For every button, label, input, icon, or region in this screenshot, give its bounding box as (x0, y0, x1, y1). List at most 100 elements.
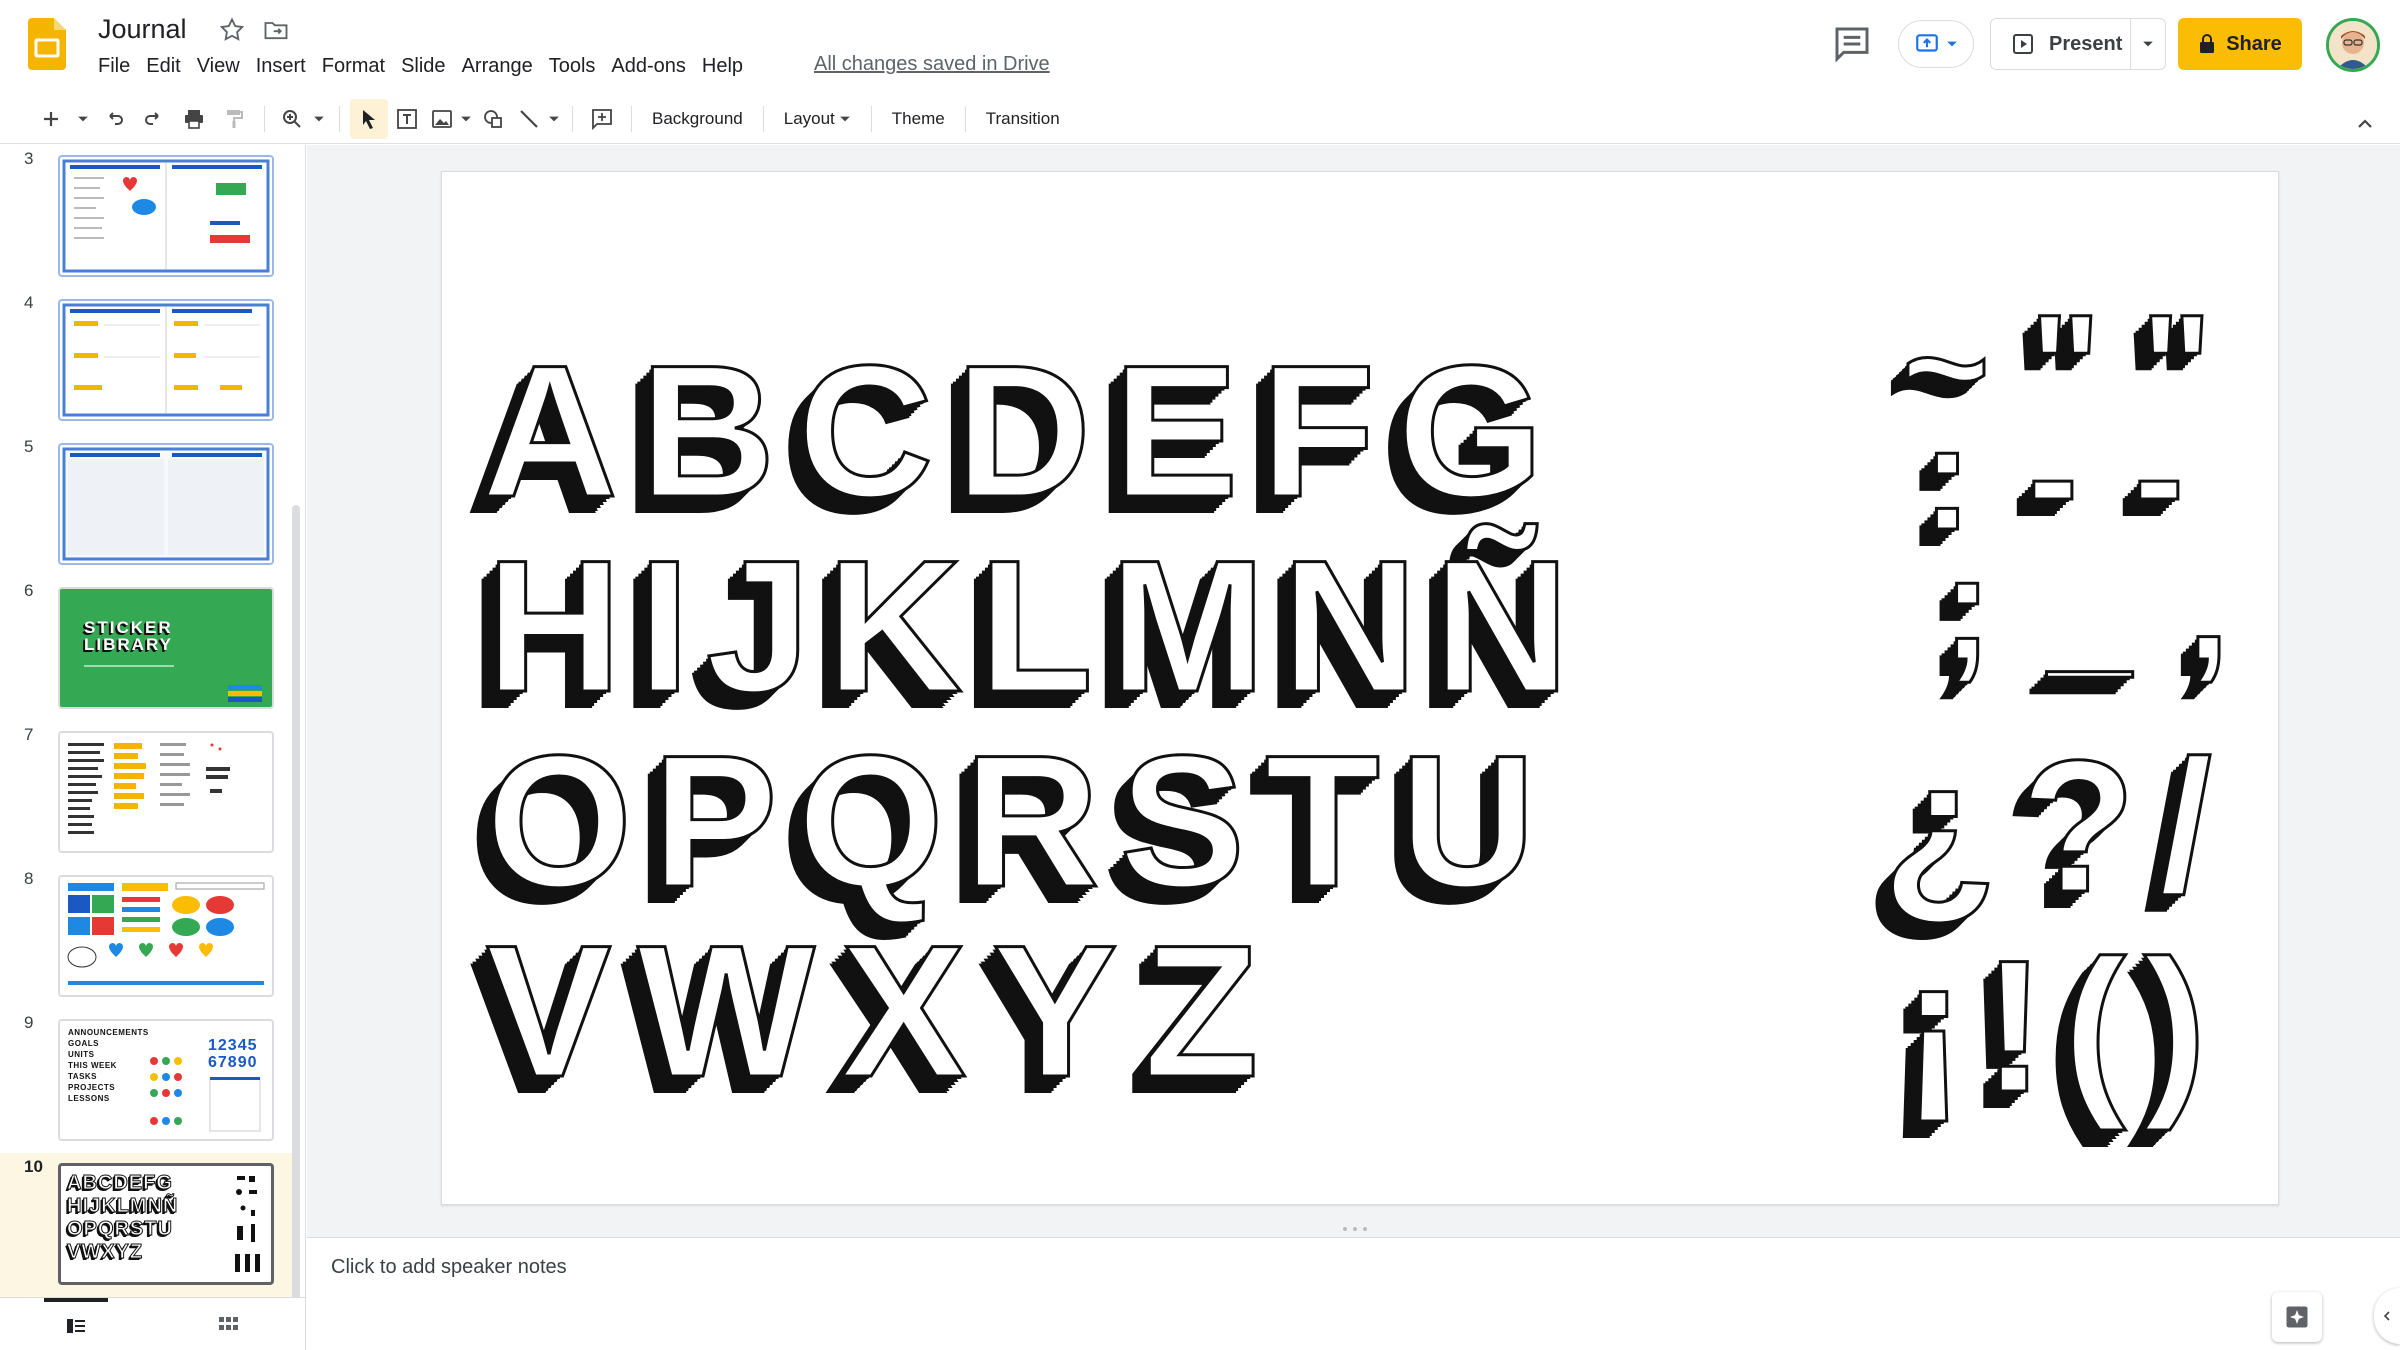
insert-image-button[interactable] (426, 99, 458, 139)
save-status-link[interactable]: All changes saved in Drive (814, 53, 1050, 76)
present-options-button[interactable] (2131, 19, 2165, 69)
slide-thumbnail[interactable] (58, 443, 274, 565)
slide-thumbnail[interactable]: ANNOUNCEMENTS GOALS UNITS THIS WEEK TASK… (58, 1019, 274, 1141)
filmstrip-slide[interactable]: 4 (0, 289, 300, 429)
letter-glyph[interactable]: X (839, 916, 967, 1107)
slide-editor-canvas[interactable]: A B C D E F G H I J K L M N Ñ O P Q R S … (307, 145, 2400, 1237)
transition-button[interactable]: Transition (976, 99, 1070, 139)
menu-addons[interactable]: Add-ons (603, 52, 694, 80)
letter-glyph[interactable]: E (1112, 336, 1240, 527)
symbol-glyph[interactable]: _ (2046, 531, 2132, 684)
slides-logo-icon[interactable] (28, 18, 66, 70)
menu-slide[interactable]: Slide (393, 52, 453, 80)
slide-thumbnail[interactable]: STICKER LIBRARY (58, 587, 274, 709)
theme-button[interactable]: Theme (882, 99, 955, 139)
letter-glyph[interactable]: I (636, 531, 691, 722)
filmstrip-slide-current[interactable]: 10 ABCDEFG HIJKLMNÑ OPQRSTU VWXYZ (0, 1153, 300, 1297)
slide-thumbnail[interactable] (58, 155, 274, 277)
letter-glyph[interactable]: L (977, 531, 1095, 722)
symbol-glyph[interactable]: ) (2142, 931, 2208, 1122)
symbol-glyph[interactable]: ( (2062, 931, 2128, 1122)
document-title[interactable]: Journal (98, 14, 187, 45)
letter-glyph[interactable]: R (962, 726, 1101, 917)
select-tool-button[interactable] (350, 98, 388, 139)
filmstrip-view-button[interactable] (44, 1298, 108, 1350)
letter-glyph[interactable]: J (705, 531, 813, 722)
symbol-glyph[interactable]: ¡ (1901, 931, 1967, 1122)
notes-resize-handle[interactable] (1341, 1225, 1369, 1233)
line-dropdown[interactable] (546, 99, 562, 139)
insert-image-dropdown[interactable] (458, 99, 474, 139)
filmstrip-slide[interactable]: 5 (0, 433, 300, 573)
comments-icon[interactable] (1832, 24, 1872, 64)
explore-button[interactable] (2272, 1292, 2322, 1342)
filmstrip-slide[interactable]: 9 ANNOUNCEMENTS GOALS UNITS THIS WEEK TA… (0, 1009, 300, 1149)
letter-glyph[interactable]: G (1396, 336, 1545, 527)
line-button[interactable] (512, 99, 546, 139)
symbol-glyph[interactable]: , (2186, 531, 2231, 684)
share-button[interactable]: Share (2178, 18, 2302, 70)
hide-menus-button[interactable] (2350, 104, 2380, 144)
avatar[interactable] (2326, 18, 2380, 72)
filmstrip-slide[interactable]: 8 (0, 865, 300, 1005)
add-comment-button[interactable] (583, 99, 621, 139)
letter-glyph[interactable]: S (1118, 726, 1246, 917)
menu-view[interactable]: View (189, 52, 248, 80)
filmstrip-slide[interactable]: 3 (0, 145, 300, 285)
redo-button[interactable] (134, 99, 174, 139)
letter-glyph[interactable]: Q (796, 726, 945, 917)
symbol-glyph[interactable]: ¿ (1881, 731, 1999, 922)
menu-file[interactable]: File (98, 52, 138, 80)
letter-glyph[interactable]: C (796, 336, 935, 527)
menu-edit[interactable]: Edit (138, 52, 188, 80)
menu-arrange[interactable]: Arrange (454, 52, 541, 80)
letter-glyph[interactable]: V (484, 916, 612, 1107)
layout-button[interactable]: Layout (774, 99, 861, 139)
symbol-glyph[interactable]: ? (2019, 731, 2137, 922)
present-main-button[interactable]: Present (1991, 19, 2131, 69)
new-slide-button[interactable] (30, 99, 72, 139)
slide-canvas[interactable]: A B C D E F G H I J K L M N Ñ O P Q R S … (441, 171, 2279, 1205)
zoom-button[interactable] (275, 99, 309, 139)
letter-glyph[interactable]: Y (991, 916, 1119, 1107)
letter-glyph[interactable]: O (484, 726, 633, 917)
filmstrip-slide[interactable]: 7 (0, 721, 300, 861)
undo-button[interactable] (94, 99, 134, 139)
new-slide-layout-dropdown[interactable] (72, 99, 94, 139)
paint-format-button[interactable] (214, 99, 254, 139)
slide-thumbnail[interactable] (58, 299, 274, 421)
speaker-notes-placeholder[interactable]: Click to add speaker notes (331, 1256, 567, 1279)
filmstrip-scrollbar[interactable] (292, 505, 300, 1297)
symbol-glyph[interactable]: / (2158, 731, 2213, 922)
symbol-glyph[interactable]: - (2132, 401, 2185, 554)
letter-glyph[interactable]: B (638, 336, 777, 527)
letter-glyph[interactable]: N (1280, 531, 1419, 722)
menu-tools[interactable]: Tools (541, 52, 604, 80)
letter-glyph[interactable]: H (485, 531, 624, 722)
menu-help[interactable]: Help (694, 52, 751, 80)
symbol-glyph[interactable]: ; (1941, 531, 1994, 684)
letter-glyph[interactable]: W (636, 916, 816, 1107)
letter-glyph[interactable]: Z (1142, 916, 1260, 1107)
letter-glyph[interactable]: D (954, 336, 1093, 527)
grid-view-button[interactable] (196, 1298, 260, 1350)
letter-glyph[interactable]: A (481, 336, 620, 527)
symbol-glyph[interactable]: ! (1981, 931, 2047, 1122)
slide-thumbnail[interactable]: ABCDEFG HIJKLMNÑ OPQRSTU VWXYZ (58, 1163, 274, 1285)
side-panel-toggle[interactable] (2374, 1288, 2400, 1344)
speaker-notes-panel[interactable]: Click to add speaker notes (307, 1237, 2400, 1350)
star-icon[interactable] (218, 16, 246, 44)
letter-glyph[interactable]: T (1264, 726, 1382, 917)
background-button[interactable]: Background (642, 99, 753, 139)
move-folder-icon[interactable] (262, 16, 290, 44)
letter-glyph[interactable]: Ñ (1432, 531, 1571, 722)
menu-insert[interactable]: Insert (248, 52, 314, 80)
filmstrip-slide[interactable]: 6 STICKER LIBRARY (0, 577, 300, 717)
letter-glyph[interactable]: M (1108, 531, 1268, 722)
text-box-button[interactable] (388, 99, 426, 139)
letter-glyph[interactable]: K (825, 531, 964, 722)
print-button[interactable] (174, 99, 214, 139)
slide-thumbnail[interactable] (58, 875, 274, 997)
present-to-meeting-button[interactable] (1898, 20, 1974, 68)
present-button[interactable]: Present (1990, 18, 2166, 70)
